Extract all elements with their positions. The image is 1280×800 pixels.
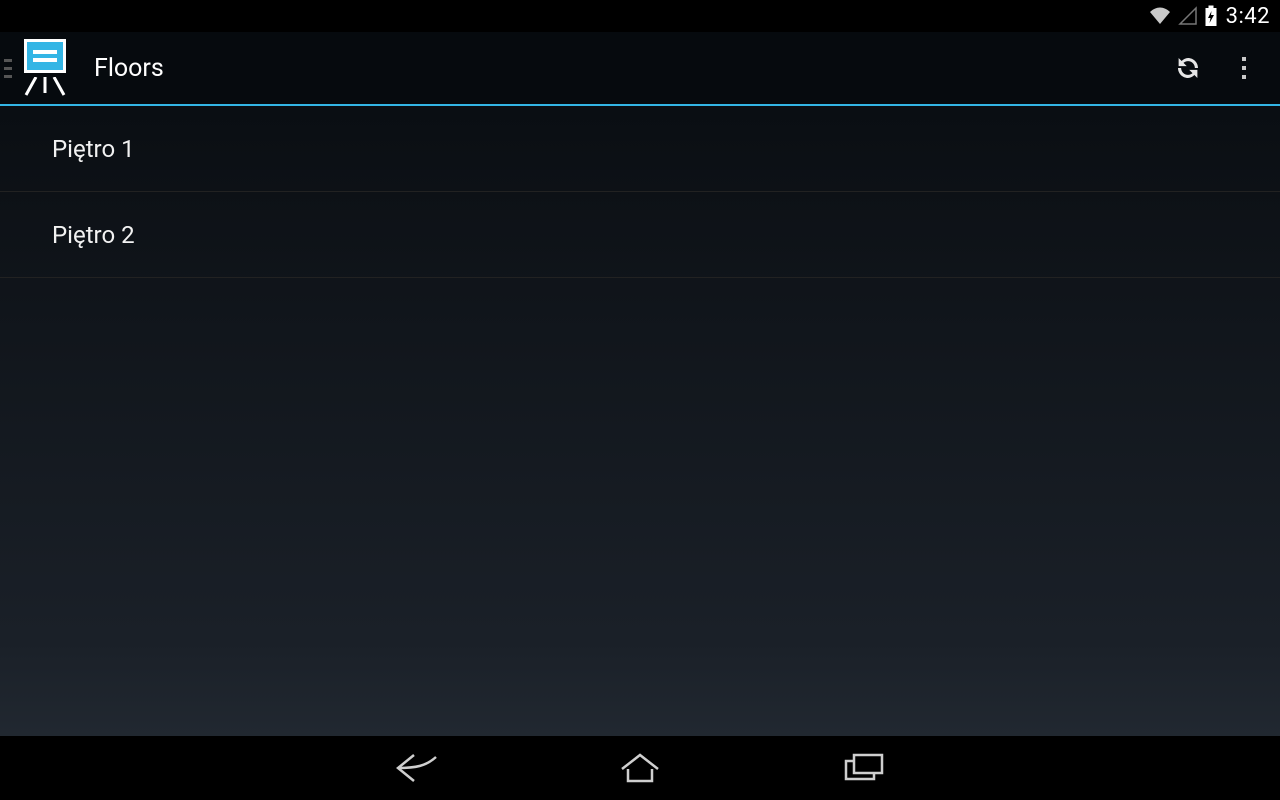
action-bar: Floors (0, 32, 1280, 104)
page-title: Floors (94, 54, 1160, 83)
list-item-label: Piętro 1 (52, 135, 135, 163)
overflow-menu-button[interactable] (1216, 40, 1272, 96)
status-clock: 3:42 (1226, 4, 1270, 29)
more-vert-icon (1233, 53, 1255, 83)
system-nav-bar (0, 736, 1280, 800)
app-icon (16, 37, 74, 99)
list-item[interactable]: Piętro 2 (0, 192, 1280, 278)
cell-signal-icon (1178, 6, 1198, 26)
status-bar: 3:42 (0, 0, 1280, 32)
back-button[interactable] (384, 736, 448, 800)
nav-drawer-toggle[interactable] (0, 32, 86, 104)
list-item-label: Piętro 2 (52, 221, 135, 249)
battery-charging-icon (1204, 5, 1218, 27)
refresh-icon (1173, 53, 1203, 83)
hamburger-icon (0, 59, 14, 78)
wifi-icon (1148, 6, 1172, 26)
list-item[interactable]: Piętro 1 (0, 106, 1280, 192)
recents-icon (842, 751, 886, 785)
home-icon (616, 751, 664, 785)
recents-button[interactable] (832, 736, 896, 800)
home-button[interactable] (608, 736, 672, 800)
refresh-button[interactable] (1160, 40, 1216, 96)
back-icon (392, 751, 440, 785)
floor-list: Piętro 1 Piętro 2 (0, 106, 1280, 278)
